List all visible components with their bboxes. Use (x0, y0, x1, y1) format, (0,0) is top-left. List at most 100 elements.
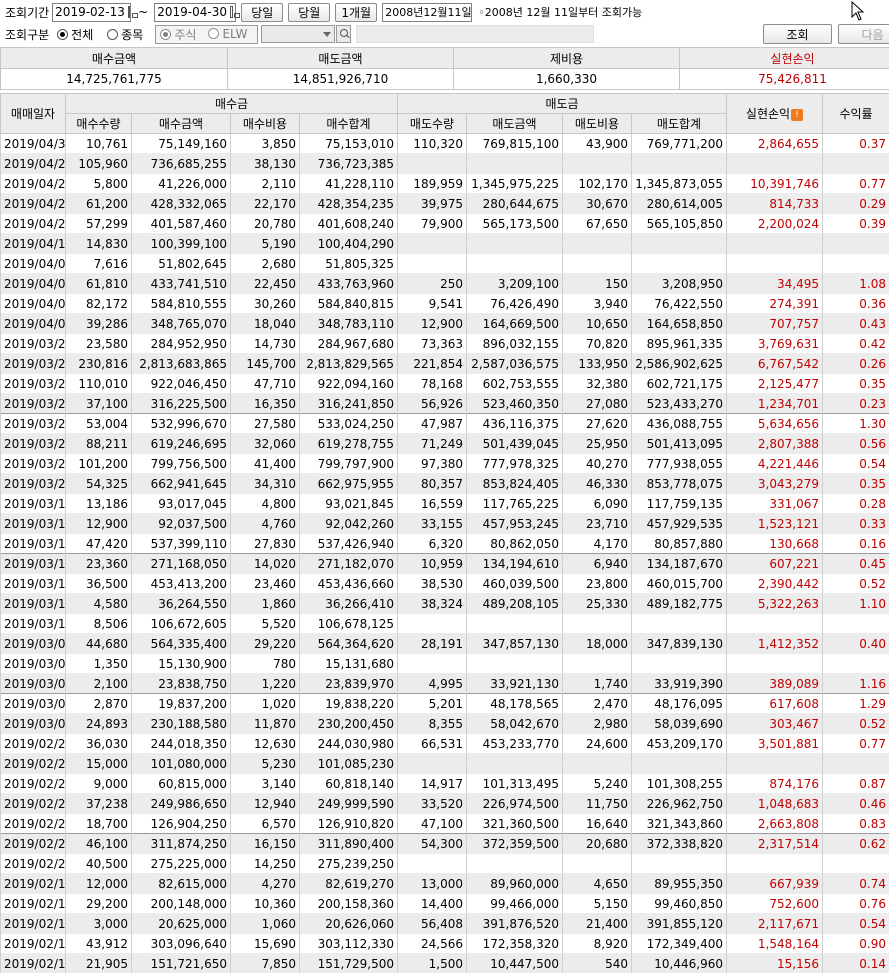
table-row[interactable]: 2019/03/27110,010922,046,45047,710922,09… (0, 373, 889, 394)
table-row[interactable]: 2019/02/2537,238249,986,65012,940249,999… (0, 793, 889, 814)
cell-buy-amount: 15,130,900 (131, 653, 231, 674)
cell-sell-cost: 30,670 (562, 193, 632, 214)
table-row[interactable]: 2019/03/2923,580284,952,95014,730284,967… (0, 333, 889, 354)
cell-profit: 667,939 (726, 873, 823, 894)
cell-buy-qty: 54,325 (65, 473, 132, 494)
start-date-value: 2019-02-13 (55, 5, 125, 19)
cell-buy-total: 584,840,815 (299, 293, 398, 314)
table-row[interactable]: 2019/03/1913,18693,017,0454,80093,021,84… (0, 493, 889, 514)
end-date-input[interactable]: 2019-04-30 (154, 2, 241, 22)
table-row[interactable]: 2019/04/29105,960736,685,25538,130736,72… (0, 153, 889, 174)
table-row[interactable]: 2019/03/1547,420537,399,11027,830537,426… (0, 533, 889, 554)
table-row[interactable]: 2019/03/1812,90092,037,5004,76092,042,26… (0, 513, 889, 534)
col-header-sell-amount[interactable]: 매도금액 (466, 113, 563, 134)
table-row[interactable]: 2019/02/2218,700126,904,2506,570126,910,… (0, 813, 889, 834)
search-icon[interactable] (336, 25, 352, 43)
table-row[interactable]: 2019/03/2054,325662,941,64534,310662,975… (0, 473, 889, 494)
summary-profit-value: 75,426,811 (679, 68, 889, 90)
table-row[interactable]: 2019/04/2457,299401,587,46020,780401,608… (0, 213, 889, 234)
table-row[interactable]: 2019/02/1443,912303,096,64015,690303,112… (0, 933, 889, 954)
cell-sell-total: 1,345,873,055 (631, 173, 727, 194)
table-row[interactable]: 2019/03/062,10023,838,7501,22023,839,970… (0, 673, 889, 694)
table-row[interactable]: 2019/02/2836,030244,018,35012,630244,030… (0, 733, 889, 754)
radio-all[interactable]: 전체 (57, 26, 93, 43)
cell-sell-qty (397, 253, 467, 274)
calendar-icon[interactable] (127, 6, 138, 18)
since-note: ◦2008년 12월 11일부터 조회가능 (478, 6, 643, 19)
table-row[interactable]: 2019/02/153,00020,625,0001,06020,626,060… (0, 913, 889, 934)
table-row[interactable]: 2019/03/2288,211619,246,69532,060619,278… (0, 433, 889, 454)
col-header-buy-amount[interactable]: 매수금액 (131, 113, 231, 134)
table-row[interactable]: 2019/03/0844,680564,335,40029,220564,364… (0, 633, 889, 654)
table-row[interactable]: 2019/04/1714,830100,399,1005,190100,404,… (0, 233, 889, 254)
table-row[interactable]: 2019/02/2715,000101,080,0005,230101,085,… (0, 753, 889, 774)
cell-sell-cost: 32,380 (562, 373, 632, 394)
table-row[interactable]: 2019/02/1321,905151,721,6507,850151,729,… (0, 953, 889, 973)
table-row[interactable]: 2019/03/21101,200799,756,50041,400799,79… (0, 453, 889, 474)
radio-selected-icon[interactable] (57, 28, 69, 40)
radio-elw[interactable]: ELW (208, 27, 247, 41)
cell-buy-total: 82,619,270 (299, 873, 398, 894)
table-row[interactable]: 2019/03/118,506106,672,6055,520106,678,1… (0, 613, 889, 634)
cell-profit (726, 253, 823, 274)
table-row[interactable]: 2019/03/1336,500453,413,20023,460453,436… (0, 573, 889, 594)
stock-code-select[interactable] (261, 25, 336, 43)
table-row[interactable]: 2019/02/2146,100311,874,25016,150311,890… (0, 833, 889, 854)
table-row[interactable]: 2019/02/2040,500275,225,00014,250275,239… (0, 853, 889, 874)
cell-sell-qty: 33,520 (397, 793, 467, 814)
cell-buy-total: 316,241,850 (299, 393, 398, 414)
radio-unselected-icon[interactable] (107, 28, 119, 40)
table-row[interactable]: 2019/04/057,61651,802,6452,68051,805,325 (0, 253, 889, 274)
table-row[interactable]: 2019/04/265,80041,226,0002,11041,228,110… (0, 173, 889, 194)
table-row[interactable]: 2019/04/0361,810433,741,51022,450433,763… (0, 273, 889, 294)
table-row[interactable]: 2019/04/0282,172584,810,55530,260584,840… (0, 293, 889, 314)
table-row[interactable]: 2019/03/28230,8162,813,683,865145,7002,8… (0, 353, 889, 374)
start-date-input[interactable]: 2019-02-13 (52, 2, 138, 22)
col-header-date[interactable]: 매매일자 (0, 93, 66, 134)
next-button[interactable]: 다음 (838, 24, 889, 44)
radio-item[interactable]: 종목 (107, 26, 143, 43)
radio-stock[interactable]: 주식 (160, 26, 196, 43)
col-header-sell-total[interactable]: 매도합계 (631, 113, 727, 134)
table-row[interactable]: 2019/03/2553,004532,996,67027,580533,024… (0, 413, 889, 434)
this-month-button[interactable]: 당월 (288, 2, 331, 22)
search-button[interactable]: 조회 (763, 24, 832, 44)
cell-rate: 0.62 (822, 833, 889, 854)
table-row[interactable]: 2019/02/269,00060,815,0003,14060,818,140… (0, 773, 889, 794)
cell-date: 2019/02/13 (0, 953, 66, 973)
col-header-sell-qty[interactable]: 매도수량 (397, 113, 467, 134)
info-badge-icon[interactable]: ! (791, 109, 804, 121)
table-row[interactable]: 2019/03/052,87019,837,2001,02019,838,220… (0, 693, 889, 714)
market-type-group: 주식 ELW (155, 24, 259, 44)
table-row[interactable]: 2019/02/1912,00082,615,0004,27082,619,27… (0, 873, 889, 894)
col-header-buy-qty[interactable]: 매수수량 (65, 113, 132, 134)
table-row[interactable]: 2019/03/2637,100316,225,50016,350316,241… (0, 393, 889, 414)
cell-profit: 1,234,701 (726, 393, 823, 414)
col-header-buy-cost[interactable]: 매수비용 (230, 113, 300, 134)
col-header-rate[interactable]: 수익률 (822, 93, 889, 134)
cell-sell-amount: 460,039,500 (466, 573, 563, 594)
table-row[interactable]: 2019/04/0139,286348,765,07018,040348,783… (0, 313, 889, 334)
radio-selected-icon[interactable] (160, 28, 172, 40)
col-header-sell-cost[interactable]: 매도비용 (562, 113, 632, 134)
cell-buy-cost: 14,730 (230, 333, 300, 354)
table-row[interactable]: 2019/03/0424,893230,188,58011,870230,200… (0, 713, 889, 734)
col-header-profit[interactable]: 실현손익! (726, 93, 823, 134)
today-button[interactable]: 당일 (241, 2, 284, 22)
radio-unselected-icon[interactable] (208, 28, 220, 39)
table-row[interactable]: 2019/02/1829,200200,148,00010,360200,158… (0, 893, 889, 914)
calendar-icon[interactable] (229, 6, 241, 18)
cell-buy-total: 284,967,680 (299, 333, 398, 354)
table-row[interactable]: 2019/03/071,35015,130,90078015,131,680 (0, 653, 889, 674)
cell-date: 2019/04/25 (0, 193, 66, 214)
cell-sell-qty: 73,363 (397, 333, 467, 354)
table-row[interactable]: 2019/03/1423,360271,168,05014,020271,182… (0, 553, 889, 574)
cell-buy-amount: 230,188,580 (131, 713, 231, 734)
cell-buy-total: 537,426,940 (299, 533, 398, 554)
table-row[interactable]: 2019/03/124,58036,264,5501,86036,266,410… (0, 593, 889, 614)
col-header-buy-total[interactable]: 매수합계 (299, 113, 398, 134)
cell-sell-qty: 39,975 (397, 193, 467, 214)
table-row[interactable]: 2019/04/3010,76175,149,1603,85075,153,01… (0, 133, 889, 154)
table-row[interactable]: 2019/04/2561,200428,332,06522,170428,354… (0, 193, 889, 214)
one-month-button[interactable]: 1개월 (335, 2, 378, 22)
